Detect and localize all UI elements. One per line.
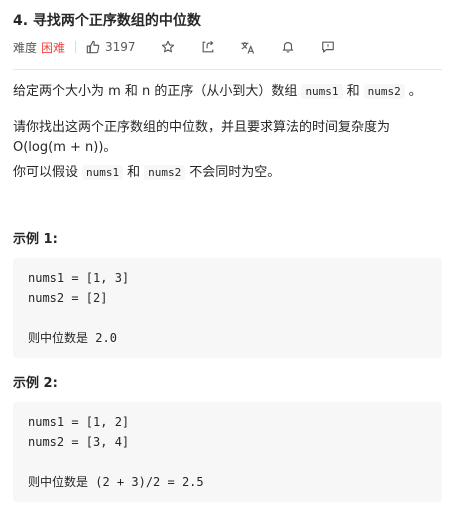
inline-code-nums1: nums1	[301, 84, 343, 99]
feedback-button[interactable]	[320, 39, 336, 55]
inline-code-nums2: nums2	[363, 84, 405, 99]
share-button[interactable]	[200, 39, 216, 55]
inline-code-nums2: nums2	[144, 165, 186, 180]
example-1-code-block: nums1 = [1, 3] nums2 = [2] 则中位数是 2.0	[13, 258, 442, 358]
description-paragraph-1: 给定两个大小为 m 和 n 的正序（从小到大）数组 nums1 和 nums2。	[13, 84, 422, 99]
translate-icon	[241, 41, 255, 54]
example-1-title: 示例 1:	[13, 232, 58, 247]
description-paragraph-3: 你可以假设 nums1 和 nums2 不会同时为空。	[13, 165, 281, 180]
code-line: nums2 = [2]	[28, 291, 108, 305]
like-count: 3197	[105, 40, 136, 54]
feedback-icon	[321, 41, 334, 53]
description-paragraph-2: 请你找出这两个正序数组的中位数，并且要求算法的时间复杂度为 O(log(m + …	[13, 120, 391, 155]
difficulty-label: 难度	[13, 40, 38, 55]
thumbs-up-icon	[86, 40, 100, 54]
notify-button[interactable]	[280, 39, 296, 55]
inline-code-nums1: nums1	[82, 165, 124, 180]
header-divider	[13, 69, 442, 70]
example-2-title: 示例 2:	[13, 376, 58, 391]
share-icon	[202, 40, 213, 53]
star-icon	[161, 40, 174, 53]
translate-button[interactable]	[240, 39, 256, 55]
example-2-code-block: nums1 = [1, 2] nums2 = [3, 4] 则中位数是 (2 +…	[13, 402, 442, 502]
meta-divider	[75, 41, 77, 53]
bell-icon	[282, 42, 293, 53]
code-line: nums2 = [3, 4]	[28, 435, 130, 449]
code-line-result: 则中位数是 2.0	[28, 331, 117, 345]
like-button[interactable]: 3197	[86, 40, 136, 54]
difficulty-value: 困难	[41, 40, 66, 55]
problem-title: 4. 寻找两个正序数组的中位数	[13, 13, 201, 29]
code-line: nums1 = [1, 3]	[28, 271, 130, 285]
code-line-result: 则中位数是 (2 + 3)/2 = 2.5	[28, 475, 204, 489]
favorite-button[interactable]	[160, 39, 176, 55]
code-line: nums1 = [1, 2]	[28, 415, 130, 429]
problem-meta-bar: 难度 困难 3197	[13, 38, 336, 56]
